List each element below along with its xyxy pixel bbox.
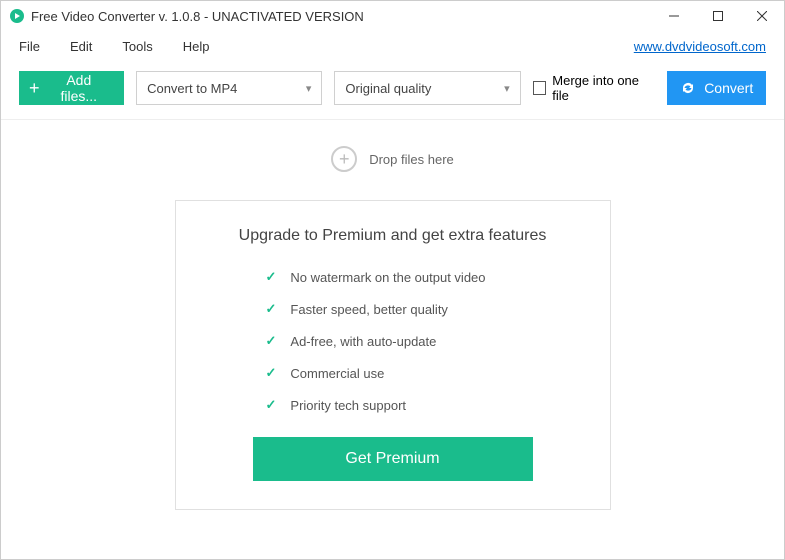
add-circle-icon: + xyxy=(331,146,357,172)
check-icon: ✓ xyxy=(266,269,277,285)
format-select[interactable]: Convert to MP4 ▾ xyxy=(136,71,322,105)
menu-tools[interactable]: Tools xyxy=(122,39,152,54)
quality-selected: Original quality xyxy=(345,81,431,96)
list-item: ✓Commercial use xyxy=(266,365,590,381)
add-files-button[interactable]: + Add files... xyxy=(19,71,124,105)
titlebar: Free Video Converter v. 1.0.8 - UNACTIVA… xyxy=(1,1,784,31)
drop-zone[interactable]: + Drop files here xyxy=(331,146,454,172)
quality-select[interactable]: Original quality ▾ xyxy=(334,71,520,105)
website-link[interactable]: www.dvdvideosoft.com xyxy=(634,39,766,54)
check-icon: ✓ xyxy=(266,301,277,317)
minimize-button[interactable] xyxy=(652,1,696,31)
window-controls xyxy=(652,1,784,31)
convert-label: Convert xyxy=(704,80,753,96)
chevron-down-icon: ▾ xyxy=(504,82,510,95)
add-files-label: Add files... xyxy=(48,72,111,104)
close-button[interactable] xyxy=(740,1,784,31)
checkbox-icon xyxy=(533,81,547,95)
merge-checkbox[interactable]: Merge into one file xyxy=(533,73,656,103)
menubar: File Edit Tools Help www.dvdvideosoft.co… xyxy=(1,31,784,61)
check-icon: ✓ xyxy=(266,365,277,381)
list-item: ✓No watermark on the output video xyxy=(266,269,590,285)
toolbar: + Add files... Convert to MP4 ▾ Original… xyxy=(1,61,784,120)
window-title: Free Video Converter v. 1.0.8 - UNACTIVA… xyxy=(31,9,652,24)
premium-panel: Upgrade to Premium and get extra feature… xyxy=(175,200,611,510)
premium-title: Upgrade to Premium and get extra feature… xyxy=(196,227,590,245)
app-icon xyxy=(9,8,25,24)
list-item: ✓Priority tech support xyxy=(266,397,590,413)
menu-edit[interactable]: Edit xyxy=(70,39,92,54)
maximize-button[interactable] xyxy=(696,1,740,31)
drop-label: Drop files here xyxy=(369,152,454,167)
merge-label: Merge into one file xyxy=(552,73,655,103)
list-item: ✓Ad-free, with auto-update xyxy=(266,333,590,349)
check-icon: ✓ xyxy=(266,397,277,413)
menu-file[interactable]: File xyxy=(19,39,40,54)
menu-help[interactable]: Help xyxy=(183,39,210,54)
refresh-icon xyxy=(680,80,696,96)
check-icon: ✓ xyxy=(266,333,277,349)
list-item: ✓Faster speed, better quality xyxy=(266,301,590,317)
content-area: + Drop files here Upgrade to Premium and… xyxy=(1,120,784,510)
feature-list: ✓No watermark on the output video ✓Faste… xyxy=(266,269,590,413)
plus-icon: + xyxy=(29,79,40,97)
get-premium-button[interactable]: Get Premium xyxy=(253,437,533,481)
format-selected: Convert to MP4 xyxy=(147,81,237,96)
chevron-down-icon: ▾ xyxy=(306,82,312,95)
convert-button[interactable]: Convert xyxy=(667,71,766,105)
